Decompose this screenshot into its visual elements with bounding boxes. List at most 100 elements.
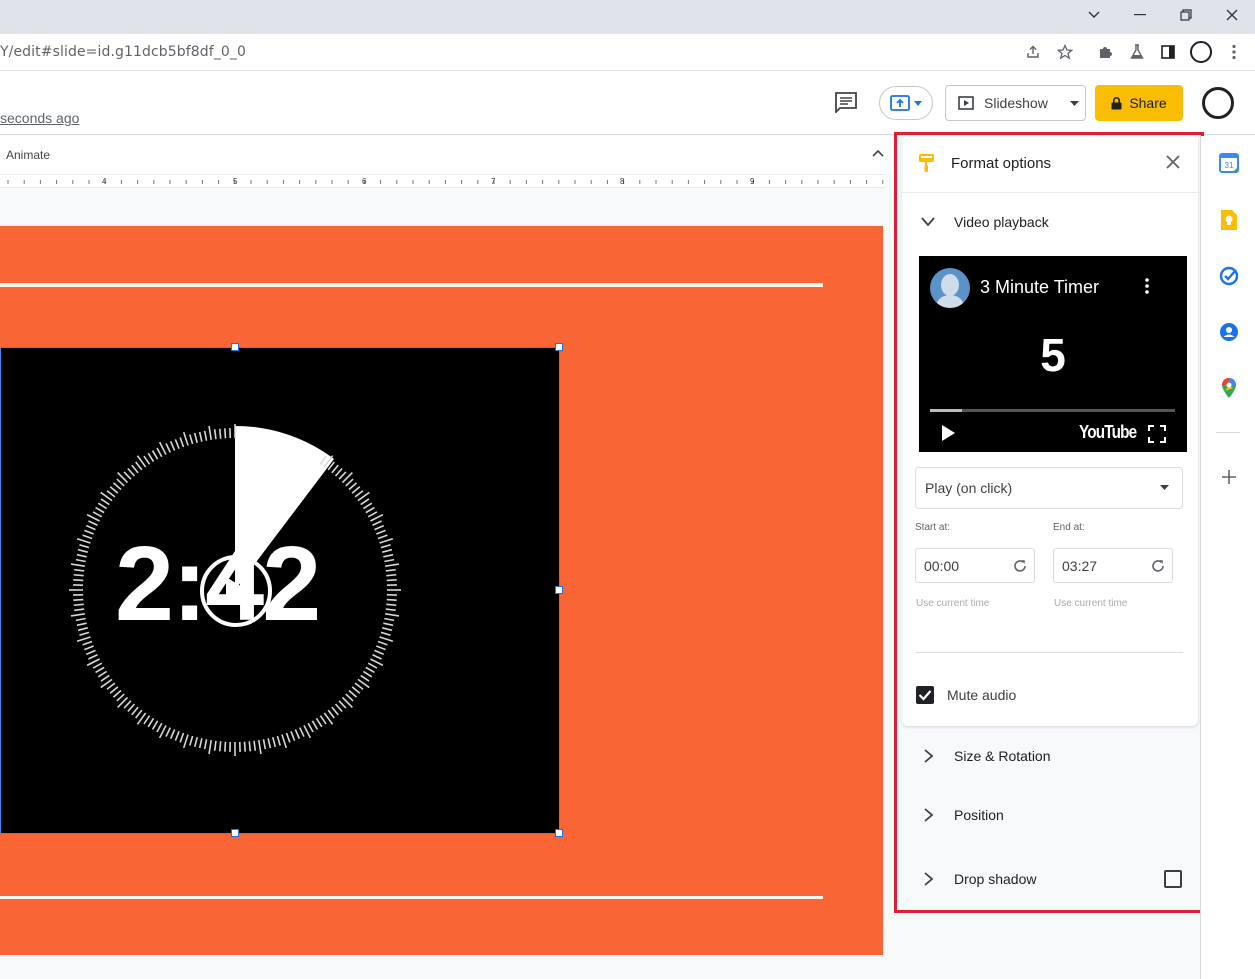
dial-tick	[285, 732, 291, 743]
contacts-icon[interactable]	[1216, 319, 1242, 345]
keep-icon[interactable]	[1216, 207, 1242, 233]
dial-tick	[70, 612, 85, 617]
dial-tick	[218, 428, 222, 439]
share-button[interactable]: Share	[1095, 85, 1183, 121]
dial-tick	[384, 617, 395, 622]
dial-tick	[348, 482, 358, 491]
dial-tick	[198, 738, 203, 749]
account-avatar[interactable]	[1202, 87, 1234, 119]
resize-handle[interactable]	[555, 343, 563, 351]
dial-tick	[345, 693, 354, 702]
lock-icon	[1111, 96, 1122, 109]
resize-handle[interactable]	[555, 829, 563, 837]
dial-tick	[106, 490, 116, 498]
dial-tick	[386, 573, 397, 577]
ruler-number: 8	[620, 177, 625, 186]
dial-tick	[182, 734, 189, 749]
resize-handle[interactable]	[231, 343, 239, 351]
dial-tick	[348, 689, 358, 698]
bookmark-star-icon[interactable]	[1055, 42, 1075, 62]
dial-tick	[376, 529, 386, 535]
resize-handle[interactable]	[555, 586, 563, 594]
dial-tick	[382, 627, 393, 632]
dial-tick	[86, 649, 96, 656]
tasks-icon[interactable]	[1216, 263, 1242, 289]
maps-icon[interactable]	[1216, 375, 1242, 401]
dial-tick	[84, 529, 94, 535]
dial-tick	[73, 603, 84, 607]
slideshow-options-dropdown[interactable]	[1064, 85, 1086, 121]
dial-tick	[379, 537, 394, 544]
dial-tick	[253, 740, 257, 751]
dial-tick	[189, 434, 194, 445]
tab-search-icon[interactable]	[1071, 0, 1117, 30]
extension-puzzle-icon[interactable]	[1095, 42, 1115, 62]
side-panel-icon[interactable]	[1158, 42, 1178, 62]
dial-tick	[243, 741, 246, 752]
slideshow-button[interactable]: Slideshow	[945, 85, 1065, 121]
dial-tick	[276, 735, 281, 746]
share-page-icon[interactable]	[1023, 42, 1043, 62]
dial-tick	[334, 467, 343, 477]
dial-tick	[386, 579, 397, 582]
dial-tick	[218, 741, 222, 752]
dial-tick	[203, 739, 208, 750]
dial-tick	[380, 544, 391, 549]
labs-flask-icon[interactable]	[1127, 42, 1147, 62]
dial-tick	[315, 717, 323, 728]
minimize-icon[interactable]	[1117, 0, 1163, 30]
url-text[interactable]: Y/edit#slide=id.g11dcb5bf8df_0_0	[0, 44, 246, 60]
plus-icon[interactable]	[1216, 464, 1242, 490]
editor-toolbar: Animate	[0, 136, 893, 174]
calendar-icon[interactable]: 31	[1216, 150, 1242, 176]
dial-tick	[143, 455, 151, 465]
dial-tick	[76, 537, 91, 544]
dial-tick	[77, 627, 88, 632]
collapse-toolbar-icon[interactable]	[872, 146, 884, 160]
browser-menu-icon[interactable]	[1224, 42, 1244, 62]
dial-tick	[112, 482, 122, 491]
app-header: seconds ago Slideshow Share	[0, 71, 1255, 135]
dial-tick	[362, 670, 373, 678]
dial-tick	[73, 573, 84, 577]
close-window-icon[interactable]	[1209, 0, 1255, 30]
dial-tick	[311, 720, 319, 730]
play-icon	[226, 577, 249, 605]
restore-icon[interactable]	[1163, 0, 1209, 30]
dial-tick	[84, 645, 94, 651]
dial-tick	[379, 636, 394, 643]
dial-tick	[384, 558, 395, 563]
dial-tick	[370, 658, 384, 667]
dial-tick	[116, 693, 125, 702]
dial-tick	[73, 598, 84, 601]
resize-handle[interactable]	[231, 829, 239, 837]
dial-tick	[365, 506, 375, 514]
dial-tick	[156, 722, 163, 733]
video-play-button[interactable]	[200, 555, 272, 627]
dial-tick	[193, 432, 198, 443]
present-to-meeting-button[interactable]	[879, 86, 933, 120]
dial-tick	[331, 464, 339, 474]
dial-tick	[75, 617, 86, 622]
dial-tick	[165, 443, 172, 453]
address-bar[interactable]: Y/edit#slide=id.g11dcb5bf8df_0_0	[0, 34, 1255, 71]
profile-avatar[interactable]	[1190, 41, 1212, 63]
dial-tick	[135, 709, 143, 719]
dial-tick	[351, 486, 361, 494]
comment-history-icon[interactable]	[834, 91, 860, 115]
browser-title-bar	[0, 0, 1255, 34]
dial-tick	[151, 720, 159, 730]
dial-tick	[135, 461, 143, 471]
dial-tick	[224, 428, 227, 439]
svg-text:31: 31	[1225, 161, 1234, 170]
slide-video[interactable]: 2:42	[0, 347, 560, 834]
dial-tick	[362, 502, 373, 510]
saved-status[interactable]: seconds ago	[0, 110, 79, 126]
dial-tick	[169, 441, 176, 451]
dial-tick	[109, 486, 119, 494]
dial-tick	[158, 725, 167, 739]
dial-tick	[290, 731, 296, 741]
dial-tick	[367, 662, 378, 669]
dial-tick	[82, 640, 93, 646]
animate-button[interactable]: Animate	[6, 148, 50, 162]
